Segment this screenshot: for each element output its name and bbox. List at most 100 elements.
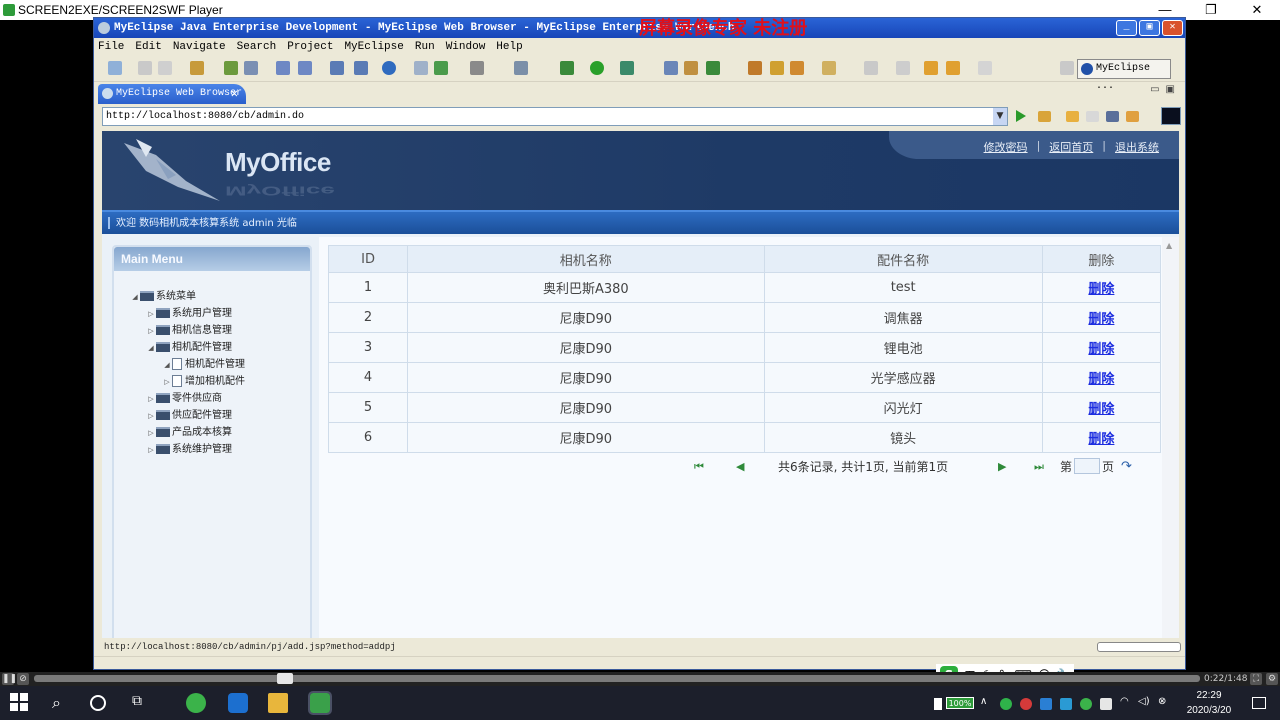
- view-minmax-icon[interactable]: ▭▣: [1150, 84, 1181, 95]
- app-u-icon[interactable]: [228, 693, 248, 713]
- home-link[interactable]: 返回首页: [1049, 139, 1093, 155]
- menu-search[interactable]: Search: [237, 38, 277, 56]
- tree-item-camera-info[interactable]: ▷ 相机信息管理: [146, 323, 232, 339]
- perspective-switcher[interactable]: MyEclipse ...: [1077, 59, 1171, 92]
- menu-file[interactable]: File: [98, 38, 124, 56]
- delete-link[interactable]: 删除: [1041, 362, 1162, 393]
- new-java-project-icon[interactable]: [664, 61, 678, 75]
- web-browser-icon[interactable]: [382, 61, 396, 75]
- browser-app-icon[interactable]: [186, 693, 206, 713]
- eclipse-maximize-button[interactable]: ▣: [1139, 20, 1160, 36]
- previous-annotation-icon[interactable]: [896, 61, 910, 75]
- power-plug-icon[interactable]: [934, 698, 942, 710]
- go-page-icon[interactable]: ↷: [1121, 457, 1132, 477]
- volume-icon[interactable]: ◁): [1138, 696, 1150, 708]
- scroll-up-icon[interactable]: ▲: [1166, 241, 1172, 250]
- collapsed-icon[interactable]: ▷: [146, 323, 156, 339]
- tree-item-add-part[interactable]: ▷ 增加相机配件: [162, 374, 245, 390]
- new-class-wizard-icon[interactable]: [706, 61, 720, 75]
- stop-playback-icon[interactable]: ⊘: [17, 673, 29, 685]
- browser-refresh-icon[interactable]: [1126, 111, 1139, 122]
- pen-icon[interactable]: [822, 61, 836, 75]
- tray-battery-icon[interactable]: [1100, 698, 1112, 710]
- tab-web-browser[interactable]: MyEclipse Web Browser ✕: [98, 84, 246, 104]
- seek-thumb[interactable]: [277, 673, 293, 684]
- menu-project[interactable]: Project: [287, 38, 333, 56]
- search-icon[interactable]: ⌕: [52, 693, 72, 713]
- tree-item-camera-parts[interactable]: ◢ 相机配件管理: [146, 340, 232, 356]
- tab-close-icon[interactable]: ✕: [231, 84, 238, 104]
- tree-item-system-menu[interactable]: ◢ 系统菜单: [130, 289, 196, 305]
- tree-item-supply-parts[interactable]: ▷ 供应配件管理: [146, 408, 232, 424]
- debug-icon[interactable]: [560, 61, 574, 75]
- last-page-icon[interactable]: ⏭: [1034, 457, 1044, 477]
- save-all-icon[interactable]: [158, 61, 172, 75]
- windows-start-icon[interactable]: [10, 693, 30, 713]
- collapsed-icon[interactable]: ▷: [146, 442, 156, 458]
- expanded-icon[interactable]: ◢: [130, 289, 140, 305]
- wechat-icon[interactable]: [1080, 698, 1092, 710]
- menu-myeclipse[interactable]: MyEclipse: [344, 38, 403, 56]
- expanded-icon[interactable]: ◢: [162, 357, 172, 373]
- new-icon[interactable]: [108, 61, 122, 75]
- open-task-icon[interactable]: [748, 61, 762, 75]
- refresh-icon[interactable]: [434, 61, 448, 75]
- open-resource-icon[interactable]: [770, 61, 784, 75]
- tray-app-red-icon[interactable]: [1020, 698, 1032, 710]
- last-edit-icon[interactable]: [924, 61, 938, 75]
- collapsed-icon[interactable]: ▷: [146, 408, 156, 424]
- task-view-icon[interactable]: ⧉: [132, 693, 152, 713]
- undeploy-icon[interactable]: [298, 61, 312, 75]
- external-tools-icon[interactable]: [620, 61, 634, 75]
- new-class-icon[interactable]: [514, 61, 528, 75]
- cortana-icon[interactable]: [90, 695, 106, 711]
- browser-forward-icon[interactable]: [1086, 111, 1099, 122]
- chevron-down-icon[interactable]: ▼: [993, 108, 1007, 125]
- tree-item-suppliers[interactable]: ▷ 零件供应商: [146, 391, 222, 407]
- menu-help[interactable]: Help: [496, 38, 522, 56]
- clock[interactable]: 22:29 2020/3/20: [1176, 688, 1242, 718]
- save-icon[interactable]: [138, 61, 152, 75]
- file-explorer-icon[interactable]: [268, 693, 288, 713]
- ime-close-icon[interactable]: ⊗: [1158, 696, 1170, 708]
- eclipse-close-button[interactable]: ✕: [1162, 20, 1183, 36]
- menu-edit[interactable]: Edit: [135, 38, 161, 56]
- favorites-icon[interactable]: [1038, 111, 1051, 122]
- delete-link[interactable]: 删除: [1041, 272, 1162, 303]
- eclipse-minimize-button[interactable]: _: [1116, 20, 1137, 36]
- close-icon[interactable]: ✕: [1234, 0, 1280, 20]
- menu-run[interactable]: Run: [415, 38, 435, 56]
- expanded-icon[interactable]: ◢: [146, 340, 156, 356]
- tray-app-green-icon[interactable]: [1000, 698, 1012, 710]
- next-annotation-icon[interactable]: [864, 61, 878, 75]
- open-type-icon[interactable]: [414, 61, 428, 75]
- collapsed-icon[interactable]: ▷: [146, 391, 156, 407]
- tray-app-blue-icon[interactable]: [1040, 698, 1052, 710]
- tree-item-cost-accounting[interactable]: ▷ 产品成本核算: [146, 425, 232, 441]
- notification-icon[interactable]: [1252, 697, 1266, 709]
- delete-link[interactable]: 删除: [1041, 302, 1162, 333]
- collapsed-icon[interactable]: ▷: [146, 306, 156, 322]
- tray-app-cyan-icon[interactable]: [1060, 698, 1072, 710]
- wifi-icon[interactable]: ◠: [1120, 696, 1132, 708]
- fullscreen-icon[interactable]: ⛶: [1250, 673, 1262, 685]
- next-page-icon[interactable]: ▶: [998, 457, 1006, 477]
- delete-link[interactable]: 删除: [1041, 422, 1162, 453]
- menu-window[interactable]: Window: [446, 38, 486, 56]
- collapsed-icon[interactable]: ▷: [162, 374, 172, 390]
- url-input[interactable]: http://localhost:8080/cb/admin.do: [102, 107, 1008, 126]
- delete-link[interactable]: 删除: [1041, 392, 1162, 423]
- change-password-link[interactable]: 修改密码: [984, 139, 1028, 155]
- restore-icon[interactable]: ❐: [1188, 0, 1234, 20]
- back-icon[interactable]: [946, 61, 960, 75]
- seek-bar[interactable]: [34, 673, 1200, 684]
- debug-server-icon[interactable]: [224, 61, 238, 75]
- run-icon[interactable]: [590, 61, 604, 75]
- player-app-taskbar-icon[interactable]: [308, 691, 332, 715]
- forward-icon[interactable]: [978, 61, 992, 75]
- previous-page-icon[interactable]: ◀: [736, 457, 744, 477]
- new-ejb-icon[interactable]: [354, 61, 368, 75]
- stop-icon[interactable]: [1106, 111, 1119, 122]
- go-icon[interactable]: [1016, 110, 1026, 122]
- tree-item-user-management[interactable]: ▷ 系统用户管理: [146, 306, 232, 322]
